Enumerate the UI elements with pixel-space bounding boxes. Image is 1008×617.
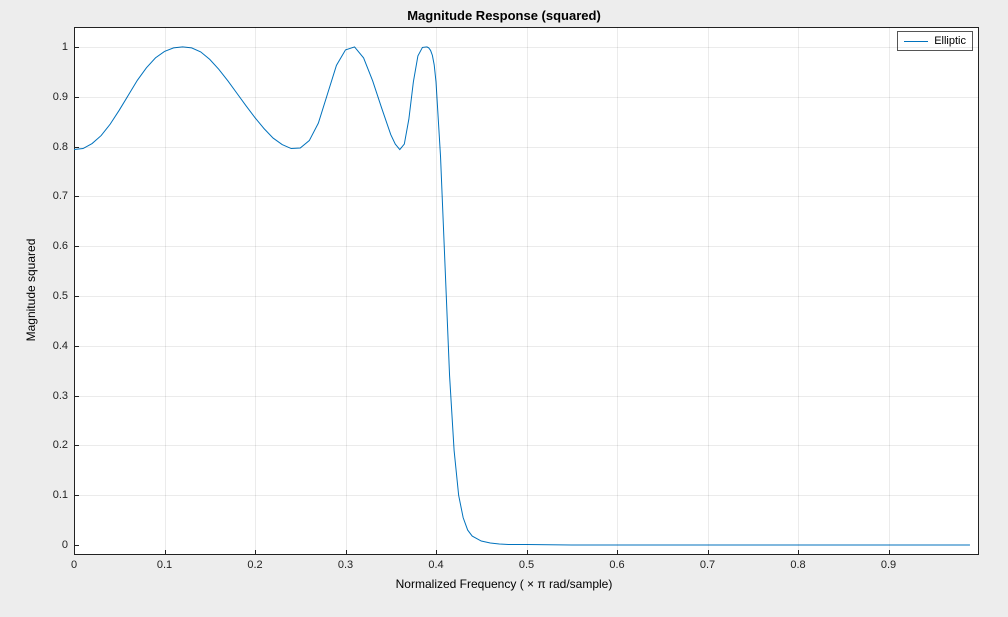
y-tick-label: 0.4 bbox=[48, 340, 68, 352]
gridline-vertical bbox=[165, 27, 166, 555]
y-tick-label: 0 bbox=[48, 539, 68, 551]
x-tick bbox=[708, 550, 709, 555]
y-tick-label: 0.8 bbox=[48, 141, 68, 153]
x-tick bbox=[889, 550, 890, 555]
gridline-vertical bbox=[527, 27, 528, 555]
x-tick bbox=[436, 550, 437, 555]
y-tick bbox=[74, 445, 79, 446]
x-tick-label: 0.7 bbox=[700, 559, 715, 571]
x-tick-label: 0.5 bbox=[519, 559, 534, 571]
legend-swatch-icon bbox=[904, 41, 928, 42]
x-tick-label: 0.9 bbox=[881, 559, 896, 571]
x-tick-label: 0 bbox=[71, 559, 77, 571]
x-tick-label: 0.4 bbox=[428, 559, 443, 571]
y-tick bbox=[74, 396, 79, 397]
y-tick bbox=[74, 147, 79, 148]
legend[interactable]: Elliptic bbox=[897, 31, 973, 51]
gridline-horizontal bbox=[74, 495, 979, 496]
x-tick-label: 0.3 bbox=[338, 559, 353, 571]
y-tick bbox=[74, 97, 79, 98]
gridline-horizontal bbox=[74, 196, 979, 197]
gridline-vertical bbox=[889, 27, 890, 555]
y-tick bbox=[74, 296, 79, 297]
gridline-horizontal bbox=[74, 47, 979, 48]
x-tick bbox=[527, 550, 528, 555]
x-tick-label: 0.8 bbox=[790, 559, 805, 571]
gridline-horizontal bbox=[74, 147, 979, 148]
y-tick-label: 1 bbox=[48, 41, 68, 53]
gridline-horizontal bbox=[74, 296, 979, 297]
y-tick-label: 0.9 bbox=[48, 91, 68, 103]
gridline-horizontal bbox=[74, 246, 979, 247]
y-tick bbox=[74, 346, 79, 347]
gridline-vertical bbox=[255, 27, 256, 555]
x-tick-label: 0.6 bbox=[609, 559, 624, 571]
y-tick bbox=[74, 196, 79, 197]
y-tick bbox=[74, 47, 79, 48]
x-axis-label: Normalized Frequency ( × π rad/sample) bbox=[0, 577, 1008, 591]
y-tick-label: 0.6 bbox=[48, 240, 68, 252]
x-tick bbox=[255, 550, 256, 555]
x-tick-label: 0.1 bbox=[157, 559, 172, 571]
gridline-vertical bbox=[798, 27, 799, 555]
x-tick-label: 0.2 bbox=[247, 559, 262, 571]
figure-window: Magnitude Response (squared) Magnitude s… bbox=[0, 0, 1008, 617]
x-tick bbox=[346, 550, 347, 555]
x-tick bbox=[617, 550, 618, 555]
y-tick bbox=[74, 495, 79, 496]
gridline-vertical bbox=[346, 27, 347, 555]
x-tick bbox=[165, 550, 166, 555]
gridline-vertical bbox=[436, 27, 437, 555]
x-tick bbox=[798, 550, 799, 555]
gridline-horizontal bbox=[74, 346, 979, 347]
gridline-horizontal bbox=[74, 445, 979, 446]
gridline-horizontal bbox=[74, 396, 979, 397]
chart-title: Magnitude Response (squared) bbox=[0, 8, 1008, 23]
gridline-vertical bbox=[617, 27, 618, 555]
y-tick-label: 0.3 bbox=[48, 390, 68, 402]
y-tick-label: 0.7 bbox=[48, 190, 68, 202]
y-tick-label: 0.2 bbox=[48, 439, 68, 451]
y-tick-label: 0.5 bbox=[48, 290, 68, 302]
x-tick bbox=[74, 550, 75, 555]
gridline-horizontal bbox=[74, 97, 979, 98]
legend-label: Elliptic bbox=[934, 35, 966, 47]
y-tick bbox=[74, 246, 79, 247]
gridline-vertical bbox=[708, 27, 709, 555]
legend-entry: Elliptic bbox=[904, 35, 966, 47]
y-tick bbox=[74, 545, 79, 546]
y-axis-label: Magnitude squared bbox=[24, 230, 38, 350]
y-tick-label: 0.1 bbox=[48, 489, 68, 501]
